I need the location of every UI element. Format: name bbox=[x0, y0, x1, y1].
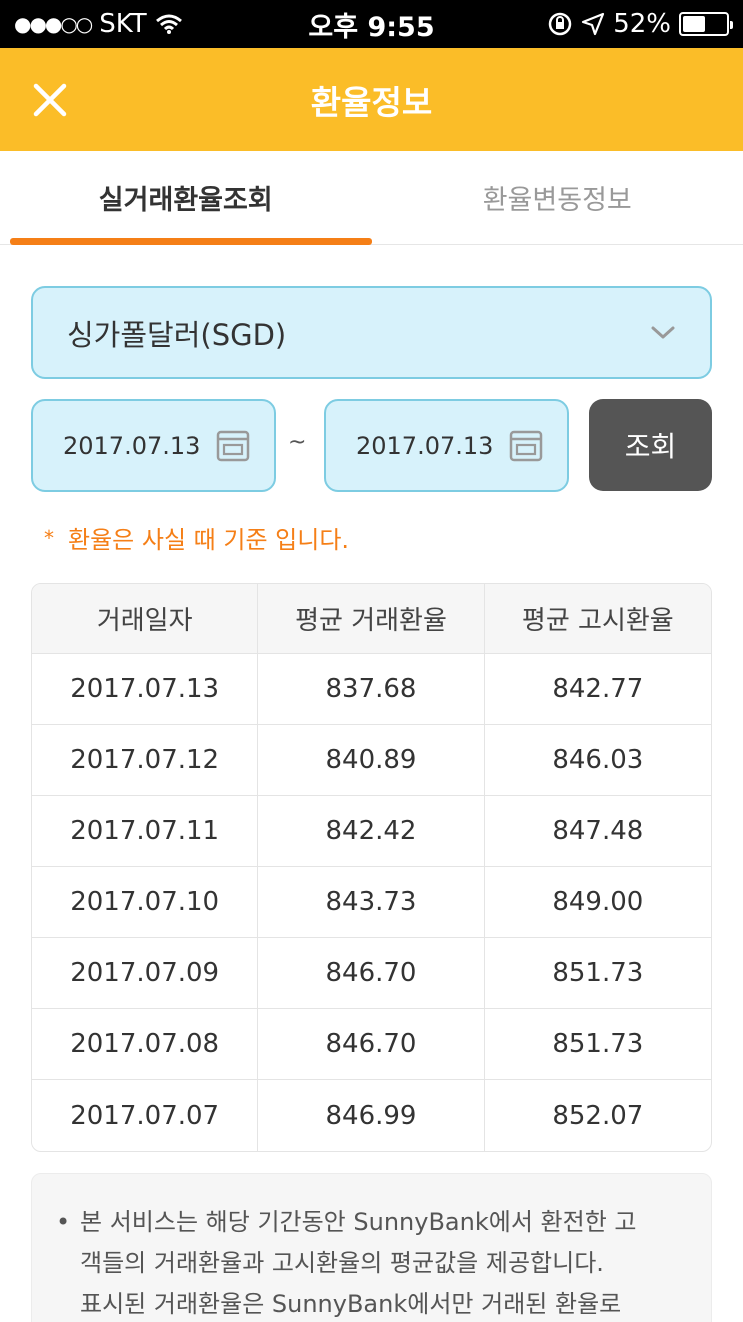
carrier-name: SKT bbox=[99, 9, 147, 39]
column-header-avg-notice-rate: 평균 고시환율 bbox=[521, 606, 674, 636]
currency-selected-value: 싱가폴달러(SGD) bbox=[67, 317, 287, 352]
search-button[interactable]: 조회 bbox=[589, 399, 712, 491]
cell-avg-notice-rate: 842.77 bbox=[552, 674, 644, 704]
cell-avg-notice-rate: 847.48 bbox=[552, 816, 644, 846]
tab-rate-change-info[interactable]: 환율변동정보 bbox=[372, 151, 743, 244]
location-arrow-icon bbox=[582, 12, 605, 36]
table-row: 2017.07.09 846.70 851.73 bbox=[32, 938, 711, 1009]
end-date-value: 2017.07.13 bbox=[356, 431, 494, 460]
info-line: 객들의 거래환율과 고시환율의 평균값을 제공합니다. bbox=[56, 1243, 691, 1284]
cell-date: 2017.07.13 bbox=[32, 654, 259, 724]
bullet-spacer bbox=[56, 1284, 80, 1322]
calendar-icon bbox=[216, 430, 250, 461]
start-date-value: 2017.07.13 bbox=[63, 431, 201, 460]
battery-fill bbox=[683, 16, 705, 32]
page-title: 환율정보 bbox=[310, 82, 433, 122]
tab-bar: 실거래환율조회 환율변동정보 bbox=[0, 151, 743, 245]
rate-basis-note: * 환율은 사실 때 기준 입니다. bbox=[44, 520, 349, 555]
currency-dropdown[interactable]: 싱가폴달러(SGD) bbox=[31, 286, 712, 379]
table-row: 2017.07.13 837.68 842.77 bbox=[32, 654, 711, 725]
info-line: 표시된 거래환율은 SunnyBank에서만 거래된 환율로 bbox=[56, 1284, 691, 1322]
service-info-box: • 본 서비스는 해당 기간동안 SunnyBank에서 환전한 고 객들의 거… bbox=[31, 1173, 712, 1322]
cell-avg-trade-rate: 846.99 bbox=[258, 1080, 485, 1151]
table-row: 2017.07.11 842.42 847.48 bbox=[32, 796, 711, 867]
battery-icon bbox=[679, 12, 733, 36]
date-range-separator: ~ bbox=[288, 430, 307, 455]
cell-avg-notice-rate: 846.03 bbox=[552, 745, 644, 775]
tab-label: 실거래환율조회 bbox=[98, 185, 273, 216]
bullet: • bbox=[56, 1208, 71, 1236]
close-icon bbox=[33, 83, 67, 117]
cell-date: 2017.07.12 bbox=[32, 725, 259, 795]
tab-label: 환율변동정보 bbox=[482, 185, 632, 216]
rotation-lock-icon bbox=[548, 12, 572, 36]
table-row: 2017.07.07 846.99 852.07 bbox=[32, 1080, 711, 1151]
info-line: • 본 서비스는 해당 기간동안 SunnyBank에서 환전한 고 bbox=[56, 1202, 691, 1243]
status-right: 52% bbox=[469, 9, 733, 39]
calendar-icon bbox=[509, 430, 543, 461]
end-date-input[interactable]: 2017.07.13 bbox=[324, 399, 569, 492]
column-header-avg-trade-rate: 평균 거래환율 bbox=[258, 584, 485, 653]
table-row: 2017.07.08 846.70 851.73 bbox=[32, 1009, 711, 1080]
start-date-input[interactable]: 2017.07.13 bbox=[31, 399, 276, 492]
cell-date: 2017.07.09 bbox=[32, 938, 259, 1008]
cell-date: 2017.07.08 bbox=[32, 1009, 259, 1079]
cell-avg-notice-rate: 849.00 bbox=[552, 887, 644, 917]
exchange-rate-table: 거래일자 평균 거래환율 평균 고시환율 2017.07.13 837.68 842… bbox=[31, 583, 712, 1152]
cell-avg-trade-rate: 837.68 bbox=[258, 654, 485, 724]
cell-avg-trade-rate: 846.70 bbox=[258, 938, 485, 1008]
status-time: 오후 9:55 bbox=[308, 11, 435, 43]
cell-avg-trade-rate: 842.42 bbox=[258, 796, 485, 866]
cell-avg-trade-rate: 843.73 bbox=[258, 867, 485, 937]
info-text: 객들의 거래환율과 고시환율의 평균값을 제공합니다. bbox=[80, 1249, 604, 1277]
close-button[interactable] bbox=[30, 80, 70, 120]
info-text: 표시된 거래환율은 SunnyBank에서만 거래된 환율로 bbox=[80, 1290, 622, 1318]
column-header-date: 거래일자 bbox=[32, 584, 259, 653]
info-text: 본 서비스는 해당 기간동안 SunnyBank에서 환전한 고 bbox=[80, 1208, 637, 1236]
bullet-spacer bbox=[56, 1243, 80, 1284]
note-marker: * bbox=[44, 525, 54, 550]
cell-avg-notice-rate: 851.73 bbox=[552, 1029, 644, 1059]
cell-avg-notice-rate: 851.73 bbox=[552, 958, 644, 988]
cell-avg-trade-rate: 840.89 bbox=[258, 725, 485, 795]
table-header-row: 거래일자 평균 거래환율 평균 고시환율 bbox=[32, 584, 711, 654]
table-row: 2017.07.10 843.73 849.00 bbox=[32, 867, 711, 938]
tab-real-exchange-rate[interactable]: 실거래환율조회 bbox=[0, 151, 372, 244]
cell-avg-trade-rate: 846.70 bbox=[258, 1009, 485, 1079]
cell-date: 2017.07.10 bbox=[32, 867, 259, 937]
chevron-down-icon bbox=[651, 326, 675, 338]
signal-strength-icon: ●●●○○ bbox=[14, 12, 93, 36]
active-tab-indicator bbox=[10, 238, 372, 245]
exchange-rate-screen: ●●●○○ SKT 오후 9:55 52% 환율정보 실거래환율조회 환율변동정… bbox=[0, 0, 743, 1322]
table-row: 2017.07.12 840.89 846.03 bbox=[32, 725, 711, 796]
battery-percent: 52% bbox=[613, 9, 671, 39]
status-left: ●●●○○ SKT bbox=[14, 9, 274, 39]
cell-avg-notice-rate: 852.07 bbox=[552, 1100, 644, 1131]
cell-date: 2017.07.07 bbox=[32, 1080, 259, 1151]
note-text: 환율은 사실 때 기준 입니다. bbox=[68, 526, 350, 554]
wifi-icon bbox=[155, 14, 182, 34]
status-bar: ●●●○○ SKT 오후 9:55 52% bbox=[0, 0, 743, 48]
cell-date: 2017.07.11 bbox=[32, 796, 259, 866]
app-header: 환율정보 bbox=[0, 48, 743, 151]
